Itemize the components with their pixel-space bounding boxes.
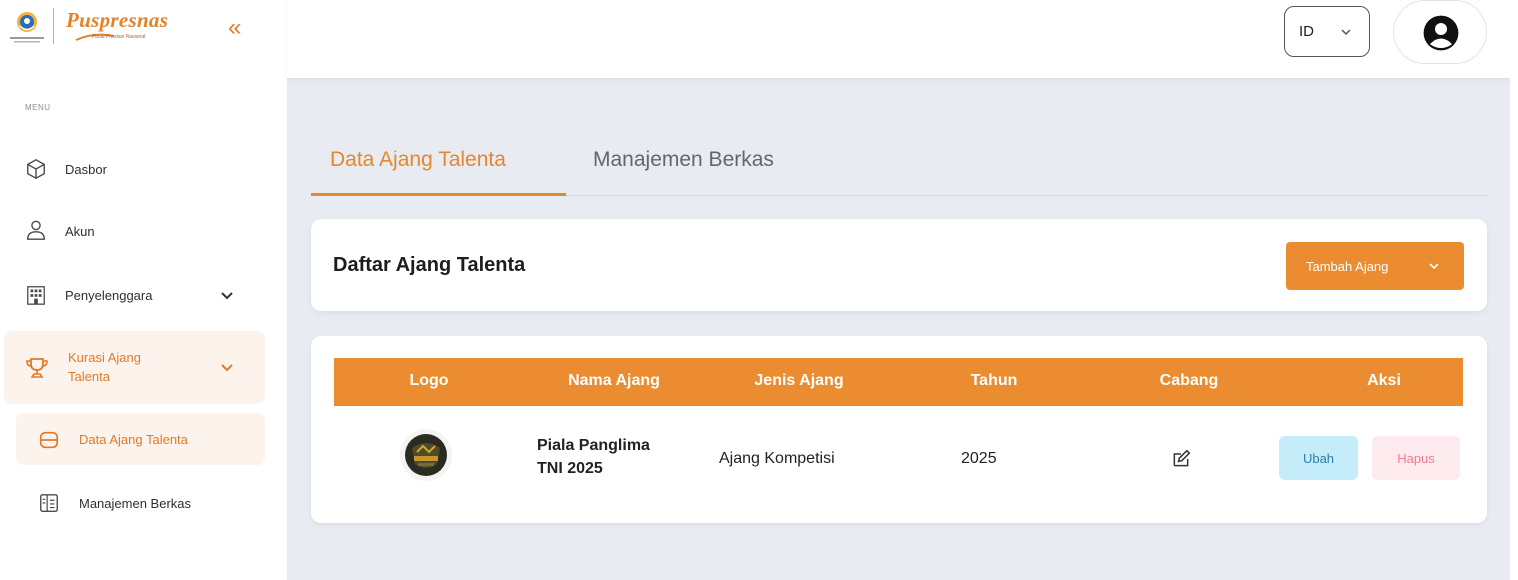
- sidebar-subitem-data-ajang-talenta[interactable]: Data Ajang Talenta: [16, 413, 265, 465]
- list-header-card: Daftar Ajang Talenta Tambah Ajang: [311, 219, 1487, 311]
- sidebar-item-label: Penyelenggara: [65, 288, 153, 303]
- sidebar-subitem-label: Data Ajang Talenta: [79, 432, 188, 447]
- logo-area: Puspresnas Pusat Prestasi Nasional «: [0, 0, 287, 58]
- tab-bar: Data Ajang Talenta Manajemen Berkas: [311, 140, 1487, 196]
- sidebar-item-penyelenggara[interactable]: Penyelenggara: [0, 280, 287, 310]
- chevron-down-icon: [221, 292, 233, 300]
- column-header-aksi: Aksi: [1367, 372, 1401, 389]
- event-name: Piala Panglima TNI 2025: [537, 434, 650, 480]
- page-title: Daftar Ajang Talenta: [333, 254, 526, 276]
- add-ajang-button[interactable]: Tambah Ajang: [1286, 242, 1464, 290]
- hapus-button[interactable]: Hapus: [1372, 436, 1460, 480]
- profile-button[interactable]: [1393, 0, 1487, 64]
- right-edge: [1510, 0, 1518, 580]
- column-header-cabang: Cabang: [1159, 372, 1219, 389]
- event-type: Ajang Kompetisi: [719, 450, 835, 467]
- building-icon: [27, 286, 45, 305]
- column-header-logo: Logo: [409, 372, 449, 389]
- ubah-button[interactable]: Ubah: [1279, 436, 1358, 480]
- language-select[interactable]: ID: [1284, 6, 1370, 57]
- sidebar-item-akun[interactable]: Akun: [0, 217, 287, 245]
- chevron-down-icon: [1341, 29, 1351, 36]
- chevron-down-icon: [1429, 263, 1439, 270]
- sidebar-item-label-line2: Talenta: [68, 369, 110, 384]
- column-header-nama-ajang: Nama Ajang: [568, 372, 660, 389]
- tab-manajemen-berkas[interactable]: Manajemen Berkas: [593, 148, 774, 172]
- cube-icon: [27, 159, 45, 179]
- logo-divider: [53, 8, 54, 44]
- collapse-sidebar-button[interactable]: «: [228, 14, 241, 42]
- database-icon: [39, 431, 59, 449]
- files-icon: [40, 494, 58, 512]
- language-value: ID: [1299, 23, 1314, 40]
- column-header-tahun: Tahun: [970, 372, 1018, 389]
- sidebar-item-dasbor[interactable]: Dasbor: [0, 155, 287, 183]
- sidebar-item-label-line1: Kurasi Ajang: [68, 350, 141, 365]
- menu-label: MENU: [25, 103, 51, 112]
- sidebar-item-label: Dasbor: [65, 162, 107, 177]
- column-header-jenis-ajang: Jenis Ajang: [754, 372, 844, 389]
- table-header: Logo Nama Ajang Jenis Ajang Tahun Cabang…: [334, 358, 1463, 406]
- sidebar-subitem-label: Manajemen Berkas: [79, 496, 191, 511]
- edit-cabang-icon[interactable]: [1171, 449, 1191, 469]
- trophy-icon: [26, 358, 48, 378]
- sidebar: Puspresnas Pusat Prestasi Nasional « MEN…: [0, 0, 287, 580]
- user-icon: [27, 220, 45, 240]
- add-ajang-label: Tambah Ajang: [1306, 258, 1389, 274]
- sidebar-subitem-manajemen-berkas[interactable]: Manajemen Berkas: [16, 487, 265, 523]
- tab-data-ajang-talenta[interactable]: Data Ajang Talenta: [330, 148, 506, 172]
- event-logo: [400, 429, 452, 481]
- event-year: 2025: [961, 450, 997, 467]
- table-card: Logo Nama Ajang Jenis Ajang Tahun Cabang…: [311, 336, 1487, 523]
- user-circle-icon: [1423, 15, 1459, 51]
- sidebar-item-label: Akun: [65, 224, 95, 239]
- chevron-down-icon: [221, 364, 233, 372]
- event-name-line1: Piala Panglima: [537, 437, 650, 454]
- event-name-line2: TNI 2025: [537, 460, 603, 477]
- ministry-emblem-icon: [10, 12, 44, 43]
- brand-tagline: Pusat Prestasi Nasional: [92, 34, 146, 40]
- sidebar-item-kurasi-ajang-talenta[interactable]: Kurasi Ajang Talenta: [4, 331, 265, 404]
- active-tab-indicator: [311, 193, 566, 196]
